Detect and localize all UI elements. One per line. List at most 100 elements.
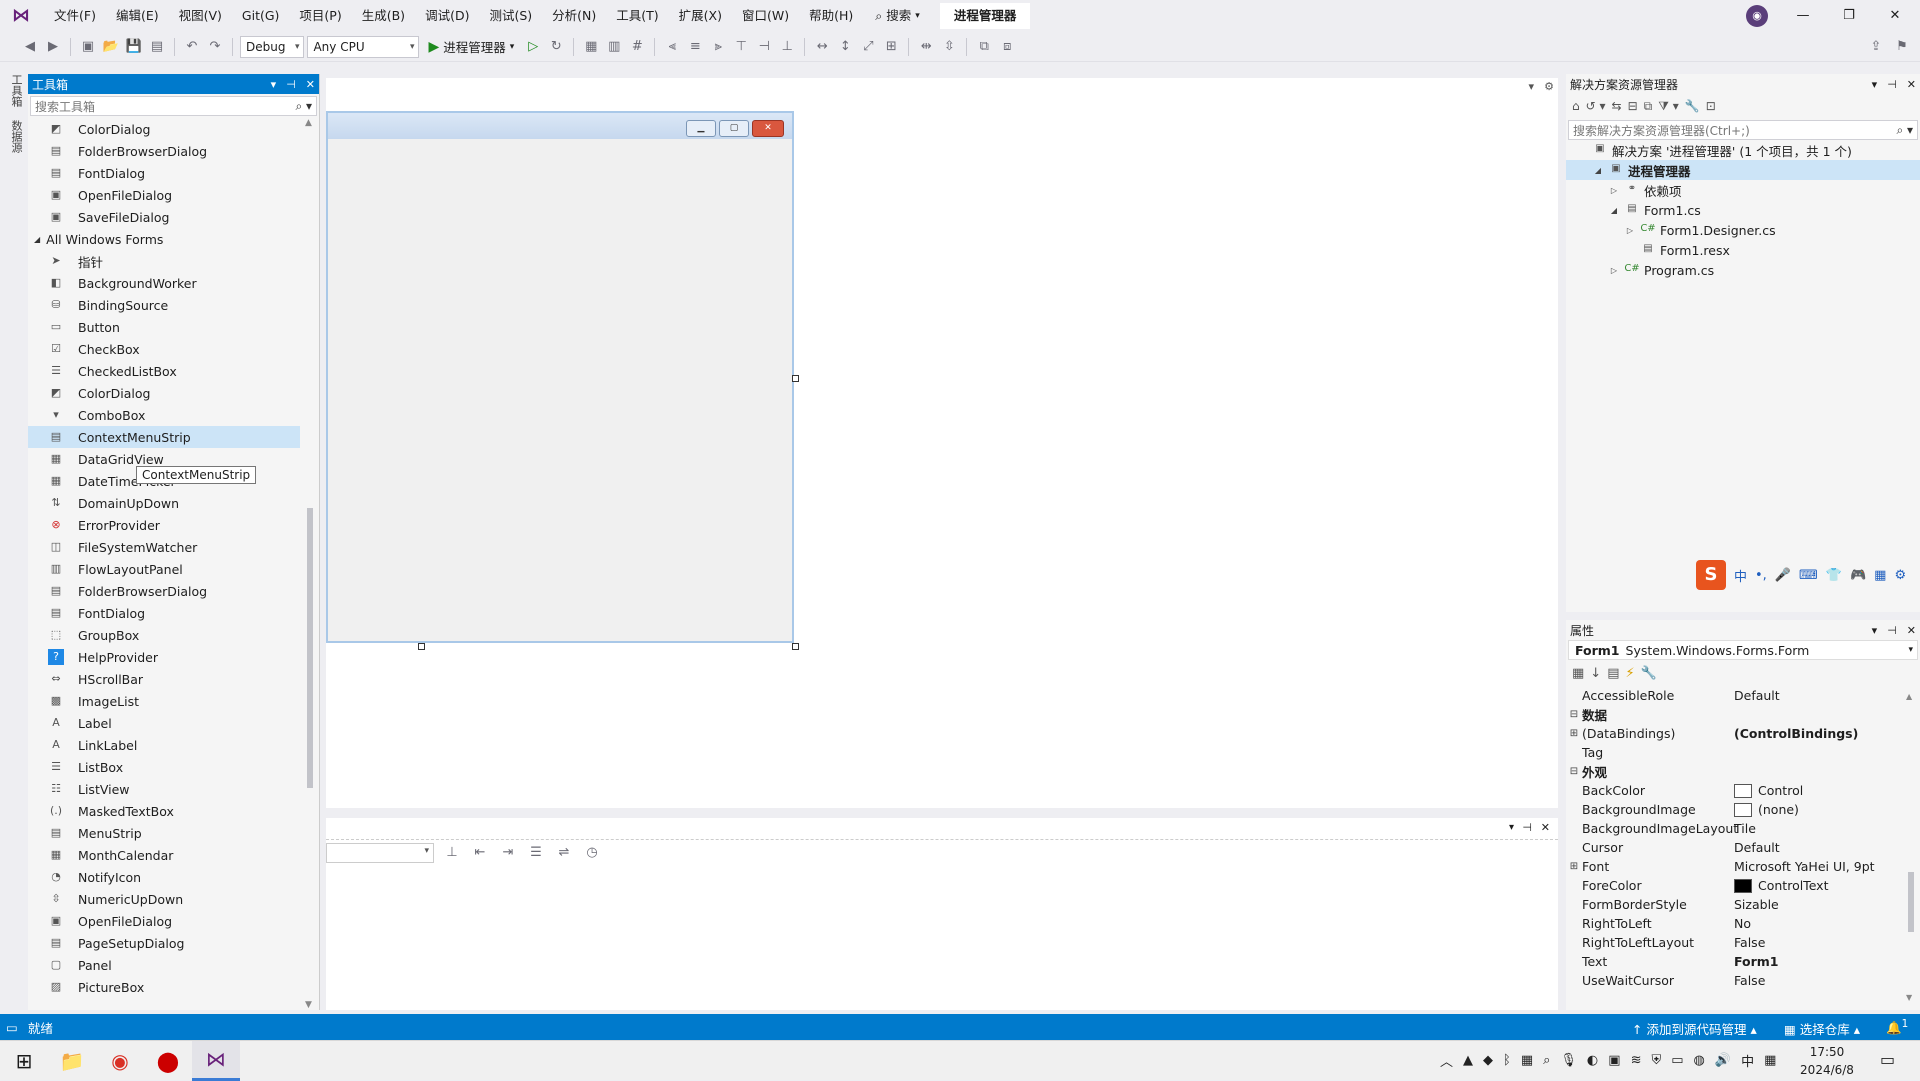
property-pages-icon[interactable]: 🔧 (1641, 666, 1657, 681)
clear-all-icon[interactable]: ☰ (526, 843, 546, 863)
property-row[interactable]: BackgroundImage (none) (1566, 800, 1920, 819)
toolbox-item[interactable]: ◩ ColorDialog (28, 118, 300, 140)
toolbox-item[interactable]: ➤ 指针 (28, 250, 300, 272)
toolbox-item[interactable]: ▤ FontDialog (28, 162, 300, 184)
solution-tree-item[interactable]: ▷ C# Program.cs (1566, 260, 1920, 280)
history-icon[interactable]: ↺ ▾ (1586, 99, 1606, 113)
save-all-icon[interactable]: ▤ (147, 37, 167, 57)
timestamp-icon[interactable]: ◷ (582, 843, 602, 863)
menu-item[interactable]: 调试(D) (415, 0, 479, 32)
toolbox-item[interactable]: ▣ OpenFileDialog (28, 910, 300, 932)
property-value[interactable]: Sizable (1734, 897, 1779, 912)
property-row[interactable]: RightToLeftLayout False (1566, 933, 1920, 952)
wechat-icon[interactable]: ◍ (1694, 1053, 1705, 1068)
close-icon[interactable]: ✕ (306, 78, 315, 91)
same-width-icon[interactable]: ↔ (812, 37, 832, 57)
scroll-thumb[interactable] (1908, 872, 1914, 932)
ime-punct-icon[interactable]: •, (1755, 568, 1767, 583)
tray-app-icon[interactable]: ▲ (1463, 1053, 1473, 1068)
toolbox-item[interactable]: ◩ ColorDialog (28, 382, 300, 404)
property-row[interactable]: Tag (1566, 743, 1920, 762)
property-row[interactable]: Cursor Default (1566, 838, 1920, 857)
close-icon[interactable]: ✕ (1541, 821, 1550, 834)
game-icon[interactable]: 🎮 (1850, 568, 1866, 583)
toolbox-item[interactable]: ☷ ListView (28, 778, 300, 800)
expand-triangle-icon[interactable]: ◢ (1608, 206, 1620, 215)
bring-front-icon[interactable]: ⧉ (974, 37, 994, 57)
pin-icon[interactable]: ⊣ (1887, 78, 1897, 91)
prev-message-icon[interactable]: ⇤ (470, 843, 490, 863)
property-row[interactable]: BackColor Control (1566, 781, 1920, 800)
same-height-icon[interactable]: ↕ (835, 37, 855, 57)
toolbox-item[interactable]: ⊗ ErrorProvider (28, 514, 300, 536)
home-icon[interactable]: ⌂ (1572, 99, 1580, 113)
solution-tree-item[interactable]: ▤ Form1.resx (1566, 240, 1920, 260)
settings-icon[interactable]: ⚙ (1544, 80, 1554, 93)
toolbox-item[interactable]: ⬚ GroupBox (28, 624, 300, 646)
toolbox-item[interactable]: A LinkLabel (28, 734, 300, 756)
toolbox-search-input[interactable]: 搜索工具箱 ⌕ ▾ (30, 96, 317, 116)
toolbox-item[interactable]: ▤ ContextMenuStrip (28, 426, 300, 448)
property-value[interactable]: Tile (1734, 821, 1756, 836)
tray-nvidia-icon[interactable]: ◆ (1483, 1053, 1493, 1068)
vs-logo-icon[interactable]: ⋈ (10, 6, 32, 26)
toolbox-grid-icon[interactable]: ▦ (1874, 568, 1886, 583)
forward-icon[interactable]: ▶ (43, 37, 63, 57)
action-center-icon[interactable]: ▭ (1880, 1050, 1895, 1069)
toolbox-item[interactable]: ▢ Panel (28, 954, 300, 976)
recorder-icon[interactable]: ⬤ (144, 1041, 192, 1081)
start-debug-button[interactable]: ▶ 进程管理器 ▾ (422, 37, 520, 56)
keyboard-icon[interactable]: ⌨ (1799, 568, 1818, 583)
toolbox-item[interactable]: ▤ FontDialog (28, 602, 300, 624)
filter-icon[interactable]: ⧩ ▾ (1658, 99, 1679, 114)
menu-item[interactable]: 分析(N) (542, 0, 606, 32)
tray-overflow-icon[interactable]: ︿ (1440, 1051, 1453, 1070)
property-value[interactable]: Form1 (1734, 954, 1779, 969)
property-value[interactable]: Default (1734, 840, 1780, 855)
battery-icon[interactable]: ▭ (1671, 1053, 1683, 1068)
volume-icon[interactable]: 🔊 (1715, 1053, 1731, 1068)
solution-tree-item[interactable]: ◢ ▤ Form1.cs (1566, 200, 1920, 220)
live-share-icon[interactable]: ⇪ (1866, 37, 1886, 57)
configuration-select[interactable]: Debug ▾ (240, 35, 305, 58)
output-source-select[interactable]: ▾ (326, 843, 434, 863)
expand-icon[interactable]: ⊟ (1566, 709, 1582, 720)
toolbox-item[interactable]: ⇔ HScrollBar (28, 668, 300, 690)
menu-item[interactable]: 文件(F) (44, 0, 106, 32)
property-value[interactable]: False (1734, 935, 1765, 950)
categorized-icon[interactable]: ▦ (1572, 666, 1584, 681)
toolbox-item[interactable]: ◫ FileSystemWatcher (28, 536, 300, 558)
security-icon[interactable]: ⛨ (1651, 1053, 1661, 1068)
toolbox-item[interactable]: ▤ PageSetupDialog (28, 932, 300, 954)
align-right-icon[interactable]: ⫸ (708, 37, 728, 57)
property-row[interactable]: AccessibleRole Default (1566, 686, 1920, 705)
align-center-icon[interactable]: ≡ (685, 37, 705, 57)
property-category[interactable]: ⊟ 外观 (1566, 762, 1920, 781)
bluetooth-icon[interactable]: ᛒ (1503, 1053, 1511, 1068)
tray-app-icon[interactable]: ▣ (1608, 1053, 1620, 1068)
solution-tree-item[interactable]: ▣ 解决方案 '进程管理器' (1 个项目，共 1 个) (1566, 140, 1920, 160)
property-row[interactable]: FormBorderStyle Sizable (1566, 895, 1920, 914)
property-value[interactable]: No (1734, 916, 1751, 931)
tray-app-icon[interactable]: ◐ (1587, 1053, 1598, 1068)
property-value[interactable]: (none) (1734, 802, 1799, 817)
platform-select[interactable]: Any CPU ▾ (307, 35, 420, 58)
skin-icon[interactable]: 👕 (1826, 568, 1842, 583)
toolbox-item[interactable]: ▥ FlowLayoutPanel (28, 558, 300, 580)
dropdown-icon[interactable]: ▾ (1872, 78, 1878, 91)
scroll-up-icon[interactable]: ▲ (1906, 692, 1912, 701)
minimize-button[interactable]: — (1780, 0, 1826, 32)
snap-grid-icon[interactable]: ⊞ (881, 37, 901, 57)
solution-tree-item[interactable]: ▷ C# Form1.Designer.cs (1566, 220, 1920, 240)
start-button-icon[interactable]: ⊞ (0, 1041, 48, 1081)
find-message-icon[interactable]: ⊥ (442, 843, 462, 863)
undo-icon[interactable]: ↶ (182, 37, 202, 57)
toolbox-item[interactable]: ▦ MonthCalendar (28, 844, 300, 866)
expand-triangle-icon[interactable]: ◢ (1592, 166, 1604, 175)
alphabetical-icon[interactable]: ↓ (1590, 666, 1601, 681)
visual-studio-icon[interactable]: ⋈ (192, 1040, 240, 1081)
toolbox-item[interactable]: ⇅ DomainUpDown (28, 492, 300, 514)
toolbox-item[interactable]: ▣ SaveFileDialog (28, 206, 300, 228)
menu-item[interactable]: 测试(S) (479, 0, 542, 32)
spacing-h-icon[interactable]: ⇹ (916, 37, 936, 57)
